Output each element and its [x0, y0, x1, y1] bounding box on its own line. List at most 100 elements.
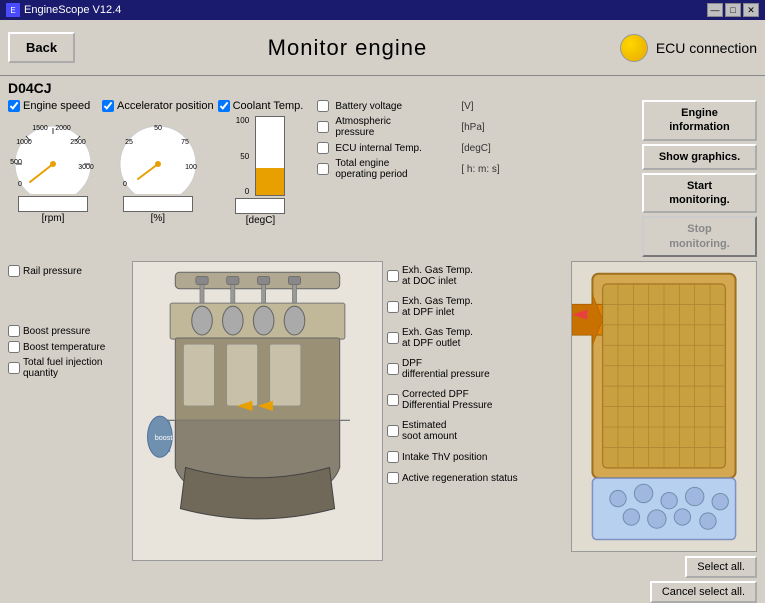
battery-voltage-unit: [V]	[461, 101, 501, 112]
svg-text:1500: 1500	[32, 125, 48, 132]
svg-text:3000: 3000	[78, 164, 94, 171]
back-button[interactable]: Back	[8, 32, 75, 63]
page-title: Monitor engine	[75, 35, 620, 61]
ecu-connection: ECU connection	[620, 34, 757, 62]
exh-doc-row: Exh. Gas Temp.at DOC inlet	[387, 265, 567, 287]
exh-doc-label: Exh. Gas Temp.at DOC inlet	[402, 265, 473, 287]
boost-temp-label: Boost temperature	[23, 342, 105, 353]
coolant-bar-fill	[256, 168, 284, 195]
cancel-select-button[interactable]: Cancel select all.	[650, 581, 757, 603]
regen-label: Active regeneration status	[402, 473, 518, 484]
engine-graphic-svg: boost	[133, 262, 382, 560]
coolant-gauge-block: Coolant Temp. 100 50 0 [degC]	[218, 100, 304, 226]
exh-doc-checkbox[interactable]	[387, 270, 399, 282]
accelerator-unit: [%]	[151, 213, 165, 224]
soot-checkbox[interactable]	[387, 425, 399, 437]
boost-temp-checkbox[interactable]	[8, 341, 20, 353]
svg-text:500: 500	[10, 159, 22, 166]
exh-dpf-out-label: Exh. Gas Temp.at DPF outlet	[402, 327, 473, 349]
regen-row: Active regeneration status	[387, 472, 567, 484]
accelerator-gauge-svg: 0 25 50 75 100	[113, 114, 203, 194]
show-graphics-button[interactable]: Show graphics.	[642, 144, 757, 170]
thv-checkbox[interactable]	[387, 451, 399, 463]
app-title: EngineScope V12.4	[24, 4, 121, 16]
coolant-gauge-container: 100 50 0	[236, 116, 285, 196]
exh-dpf-in-checkbox[interactable]	[387, 301, 399, 313]
fuel-injection-row: Total fuel injection quantity	[8, 357, 128, 379]
boost-pressure-label: Boost pressure	[23, 326, 90, 337]
ecu-internal-temp-label: ECU internal Temp.	[335, 143, 455, 154]
accelerator-checkbox-row: Accelerator position	[102, 100, 214, 112]
start-monitoring-button[interactable]: Startmonitoring.	[642, 173, 757, 214]
engine-speed-readout	[18, 196, 88, 212]
sensor-panel: Battery voltage [V] Atmosphericpressure …	[307, 100, 638, 180]
dpf-graphic	[571, 261, 757, 552]
maximize-button[interactable]: □	[725, 3, 741, 17]
coolant-bar-container	[255, 116, 285, 196]
rail-pressure-checkbox[interactable]	[8, 265, 20, 277]
exh-dpf-out-row: Exh. Gas Temp.at DPF outlet	[387, 327, 567, 349]
rail-pressure-label: Rail pressure	[23, 266, 82, 277]
soot-label: Estimatedsoot amount	[402, 420, 457, 442]
app-icon: E	[6, 3, 20, 17]
boost-temp-row: Boost temperature	[8, 341, 128, 353]
minimize-button[interactable]: —	[707, 3, 723, 17]
engine-speed-label: Engine speed	[23, 100, 90, 112]
left-panel: Rail pressure Boost pressure Boost tempe…	[8, 261, 128, 561]
right-buttons: Engineinformation Show graphics. Startmo…	[642, 100, 757, 257]
battery-voltage-row: Battery voltage [V]	[317, 100, 638, 112]
title-bar: E EngineScope V12.4 — □ ✕	[0, 0, 765, 20]
engine-information-button[interactable]: Engineinformation	[642, 100, 757, 141]
dpf-diff-row: DPFdifferential pressure	[387, 358, 567, 380]
lower-section: Rail pressure Boost pressure Boost tempe…	[8, 261, 757, 561]
fuel-injection-label: Total fuel injection quantity	[23, 357, 128, 379]
operating-period-label: Total engineoperating period	[335, 158, 455, 180]
accelerator-label: Accelerator position	[117, 100, 214, 112]
ecu-label: ECU connection	[656, 40, 757, 56]
select-all-button[interactable]: Select all.	[685, 556, 757, 578]
bottom-buttons: Select all. Cancel select all.	[571, 556, 757, 603]
ecu-internal-temp-unit: [degC]	[461, 143, 501, 154]
accelerator-checkbox[interactable]	[102, 100, 114, 112]
coolant-unit: [degC]	[246, 215, 275, 226]
svg-text:50: 50	[154, 125, 162, 132]
svg-text:100: 100	[185, 164, 197, 171]
coolant-checkbox-row: Coolant Temp.	[218, 100, 304, 112]
fuel-injection-checkbox[interactable]	[8, 362, 20, 374]
stop-monitoring-button[interactable]: Stopmonitoring.	[642, 216, 757, 257]
battery-voltage-checkbox[interactable]	[317, 100, 329, 112]
accelerator-readout	[123, 196, 193, 212]
engine-speed-checkbox[interactable]	[8, 100, 20, 112]
thv-row: Intake ThV position	[387, 451, 567, 463]
right-lower-inner: Exh. Gas Temp.at DOC inlet Exh. Gas Temp…	[387, 261, 757, 603]
exh-dpf-out-checkbox[interactable]	[387, 332, 399, 344]
coolant-checkbox[interactable]	[218, 100, 230, 112]
coolant-readout	[235, 198, 285, 214]
header: Back Monitor engine ECU connection	[0, 20, 765, 76]
ecu-status-indicator	[620, 34, 648, 62]
soot-row: Estimatedsoot amount	[387, 420, 567, 442]
svg-text:25: 25	[125, 139, 133, 146]
atmospheric-pressure-unit: [hPa]	[461, 122, 501, 133]
svg-text:boost: boost	[155, 433, 173, 442]
exh-dpf-in-row: Exh. Gas Temp.at DPF inlet	[387, 296, 567, 318]
atmospheric-pressure-checkbox[interactable]	[317, 121, 329, 133]
coolant-label: Coolant Temp.	[233, 100, 304, 112]
engine-speed-unit: [rpm]	[42, 213, 65, 224]
dpf-diff-checkbox[interactable]	[387, 363, 399, 375]
close-button[interactable]: ✕	[743, 3, 759, 17]
corrected-dpf-row: Corrected DPFDifferential Pressure	[387, 389, 567, 411]
svg-text:2000: 2000	[55, 125, 71, 132]
operating-period-checkbox[interactable]	[317, 163, 329, 175]
engine-speed-gauge-block: Engine speed 0 500 1000 1500 2000 2500 3…	[8, 100, 98, 224]
ecu-internal-temp-checkbox[interactable]	[317, 142, 329, 154]
rail-pressure-row: Rail pressure	[8, 265, 128, 277]
corrected-dpf-checkbox[interactable]	[387, 394, 399, 406]
atmospheric-pressure-row: Atmosphericpressure [hPa]	[317, 116, 638, 138]
boost-pressure-checkbox[interactable]	[8, 325, 20, 337]
dpf-area: Select all. Cancel select all.	[571, 261, 757, 603]
regen-checkbox[interactable]	[387, 472, 399, 484]
svg-text:0: 0	[18, 181, 22, 188]
engine-speed-gauge-svg: 0 500 1000 1500 2000 2500 3000	[8, 114, 98, 194]
engine-speed-checkbox-row: Engine speed	[8, 100, 90, 112]
